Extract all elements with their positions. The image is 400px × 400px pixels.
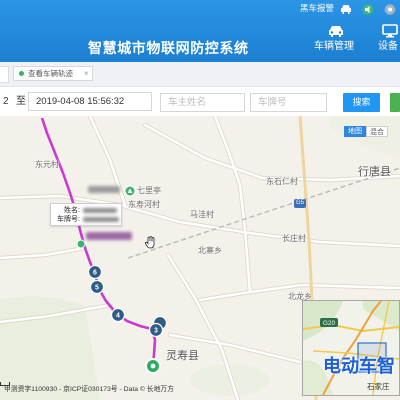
hand-cursor-icon: [144, 236, 156, 254]
vehicle-info-popup[interactable]: 姓名: 车牌号:: [50, 203, 122, 226]
map-copyright: 甲测资字1100930 - 京ICP证030173号 - Data © 长地万方: [4, 386, 174, 393]
track-end-marker[interactable]: [145, 358, 161, 374]
map-label: 东寿河村: [128, 200, 160, 209]
map-type-hybrid-button[interactable]: 混合: [366, 126, 388, 137]
svg-text:5: 5: [95, 285, 99, 292]
road-shield: G5: [294, 199, 306, 208]
nav-device-management[interactable]: 设备: [378, 41, 398, 53]
plate-number-label: 车牌号:: [57, 216, 80, 223]
poi-marker[interactable]: [124, 185, 136, 197]
map-label: 东元村: [35, 160, 59, 169]
plate-number-input[interactable]: [250, 93, 327, 112]
map-label: 长庄村: [282, 234, 306, 243]
green-area: [0, 296, 100, 400]
end-time-field[interactable]: [28, 92, 152, 111]
plate-number-value: [83, 217, 119, 222]
start-time-fragment: 2: [3, 96, 9, 107]
county-label: 灵寿县: [166, 350, 199, 362]
car-icon[interactable]: [340, 2, 352, 14]
settings-icon[interactable]: [384, 2, 396, 15]
svg-text:6: 6: [93, 270, 97, 277]
overview-road-shield: G20: [323, 320, 336, 327]
overview-map-canvas[interactable]: G20 石家庄: [303, 301, 399, 395]
owner-name-label: 姓名:: [64, 207, 80, 214]
track-point-marker[interactable]: [76, 239, 86, 249]
watermark-text: 电动车智: [323, 356, 395, 376]
tab-status-dot: [19, 71, 24, 76]
poi-label: 七里亭: [137, 186, 161, 195]
track-marker-5[interactable]: 5: [89, 279, 105, 295]
tab-label: 查看车辆轨迹: [28, 69, 73, 78]
county-label: 行唐县: [358, 166, 391, 178]
map-type-map-button[interactable]: 地图: [344, 126, 366, 137]
search-button[interactable]: 搜索: [343, 93, 380, 112]
blurred-label: [88, 186, 120, 193]
close-icon[interactable]: ×: [84, 68, 89, 79]
tab-scroll-left-button[interactable]: [0, 66, 9, 83]
svg-text:4: 4: [116, 313, 120, 320]
app-header: 智慧城市物联网防控系统 黑车报警 车辆管理 设备: [0, 0, 400, 62]
map-label: 马洼村: [190, 210, 214, 219]
map-label: 北寨乡: [198, 246, 222, 255]
alarm-link[interactable]: 黑车报警: [300, 3, 334, 13]
extra-action-button[interactable]: [390, 93, 400, 112]
overview-city-label: 石家庄: [367, 381, 390, 391]
map-label: 东石仁村: [266, 177, 298, 186]
owner-name-input[interactable]: [160, 93, 245, 112]
owner-name-value: [83, 208, 117, 213]
track-marker-4[interactable]: 4: [110, 307, 126, 323]
svg-text:3: 3: [154, 328, 158, 335]
blurred-label: [86, 232, 132, 240]
tab-bar: 查看车辆轨迹 ×: [0, 62, 400, 87]
app-title: 智慧城市物联网防控系统: [88, 40, 249, 56]
tab-vehicle-track[interactable]: 查看车辆轨迹 ×: [13, 66, 93, 81]
overview-map[interactable]: G20 石家庄: [302, 300, 400, 396]
speaker-icon[interactable]: [362, 2, 374, 15]
track-marker-6[interactable]: 6: [87, 264, 103, 280]
search-bar: 2 至 搜索: [0, 87, 400, 117]
nav-vehicle-management[interactable]: 车辆管理: [314, 41, 354, 53]
range-separator: 至: [16, 96, 26, 107]
